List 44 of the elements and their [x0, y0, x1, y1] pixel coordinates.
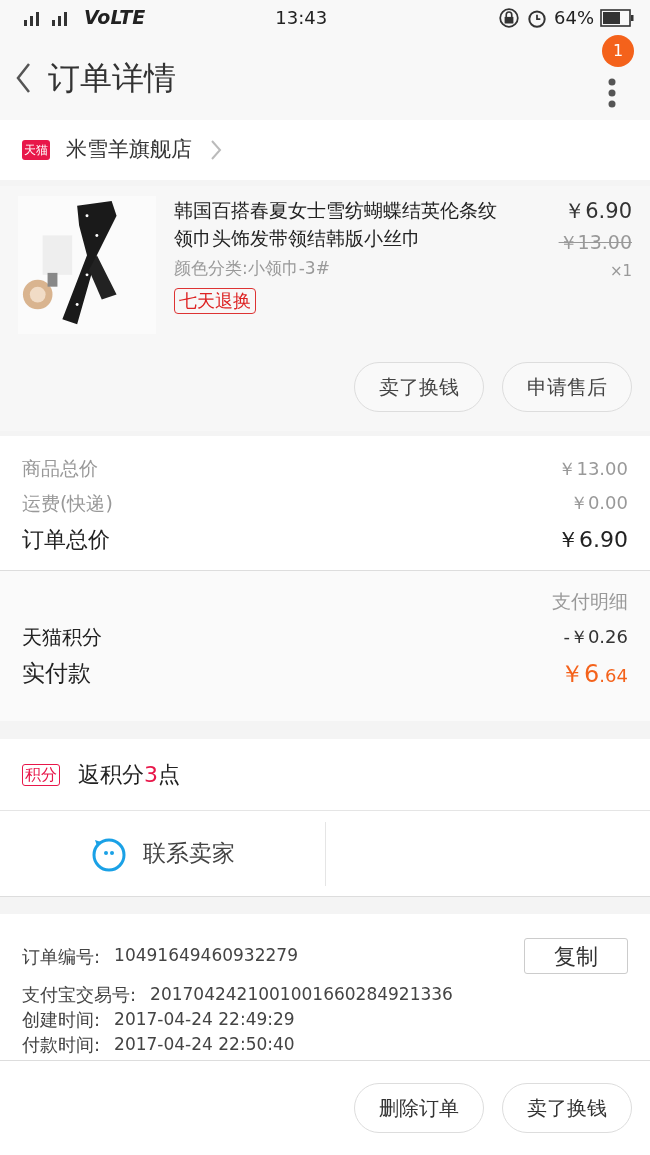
summary-value: ￥13.00 [558, 456, 628, 481]
info-label: 付款时间: [22, 1033, 101, 1057]
info-value: 10491649460932279 [114, 944, 298, 968]
paid-amount: ￥6.64 [560, 658, 628, 690]
points-text: 返积分3点 [78, 761, 180, 789]
page-title: 订单详情 [48, 57, 176, 99]
footer-button[interactable]: 卖了换钱 [502, 1083, 632, 1133]
footer-button[interactable]: 删除订单 [354, 1083, 484, 1133]
tmall-tag: 天猫 [22, 140, 50, 160]
payment-detail-title: 支付明细 [552, 589, 628, 614]
summary-label: 订单总价 [22, 526, 110, 554]
payment-label: 天猫积分 [22, 623, 102, 651]
status-time: 13:43 [275, 6, 328, 30]
summary-label: 运费(快递) [22, 490, 113, 516]
more-icon [608, 77, 616, 108]
battery-percent: 64% [554, 6, 594, 30]
original-price: ￥13.00 [558, 229, 632, 255]
summary-value: ￥6.90 [557, 526, 628, 554]
info-label: 支付宝交易号: [22, 983, 137, 1007]
action-button[interactable]: 卖了换钱 [354, 362, 484, 412]
info-value: 2017042421001001660284921336 [150, 982, 453, 1006]
network-label: VoLTE [84, 5, 146, 31]
payment-value: -￥0.26 [563, 625, 628, 649]
info-label: 创建时间: [22, 1008, 101, 1032]
copy-button[interactable]: 复制 [524, 938, 628, 974]
notification-badge: 1 [602, 35, 634, 67]
shop-name[interactable]: 米雪羊旗舰店 [66, 134, 192, 166]
battery-icon [600, 8, 634, 27]
return-policy-tag: 七天退换 [174, 287, 256, 314]
lock-icon [498, 6, 520, 29]
summary-label: 商品总价 [22, 456, 98, 481]
chevron-right-icon [210, 139, 222, 161]
info-label: 订单编号: [22, 944, 101, 969]
product-title: 韩国百搭春夏女士雪纺蝴蝶结英伦条纹领巾头饰发带领结韩版小丝巾 [174, 198, 498, 251]
points-tag: 积分 [22, 763, 60, 786]
product-variant: 颜色分类:小领巾-3# [174, 257, 331, 280]
info-value: 2017-04-24 22:50:40 [114, 1032, 295, 1056]
paid-label: 实付款 [22, 659, 91, 689]
product-price: ￥6.90 [564, 198, 632, 225]
info-value: 2017-04-24 22:49:29 [114, 1007, 295, 1031]
summary-value: ￥0.00 [569, 491, 628, 516]
quantity: ×1 [609, 261, 632, 282]
back-icon [15, 61, 31, 94]
action-button[interactable]: 申请售后 [502, 362, 632, 412]
